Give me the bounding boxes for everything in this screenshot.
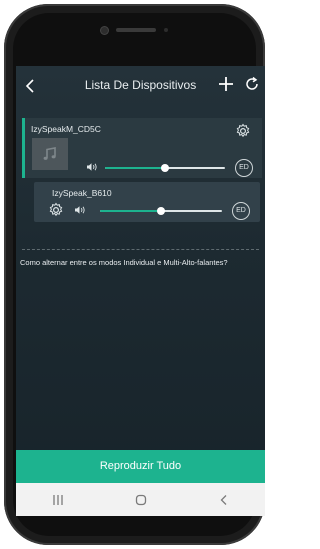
nav-back-glyph: [220, 494, 226, 505]
phone-notch: [64, 16, 204, 44]
app-screen: Lista De Dispositivos IzySpeakM_CD5C ED …: [16, 66, 265, 516]
home-icon[interactable]: [126, 490, 156, 510]
device-card-slave[interactable]: IzySpeak_B610 ED: [34, 182, 260, 222]
plus-icon: [219, 77, 233, 91]
music-note-icon: [43, 147, 56, 160]
proximity-sensor: [163, 28, 168, 32]
gear-icon[interactable]: [48, 202, 64, 218]
play-all-button[interactable]: Reproduzir Tudo: [16, 450, 265, 483]
front-camera-icon: [100, 26, 108, 34]
nav-back-icon[interactable]: [209, 490, 239, 510]
device-name: IzySpeakM_CD5C: [31, 124, 101, 134]
volume-slider-fill: [105, 167, 165, 169]
eq-badge-button[interactable]: ED: [235, 159, 253, 177]
recent-apps-glyph: [52, 494, 63, 505]
volume-slider[interactable]: [105, 164, 225, 172]
gear-icon[interactable]: [235, 123, 251, 139]
device-group: IzySpeakM_CD5C ED IzySpeak_B610 ED: [22, 118, 262, 222]
volume-icon: [75, 206, 85, 214]
device-name: IzySpeak_B610: [52, 188, 112, 198]
volume-slider[interactable]: [100, 207, 222, 215]
help-link[interactable]: Como alternar entre os modos Individual …: [20, 258, 265, 267]
header-bar: Lista De Dispositivos: [16, 66, 265, 106]
home-glyph: [135, 494, 146, 505]
volume-icon: [87, 163, 97, 171]
system-navbar: [16, 483, 265, 516]
volume-slider-knob[interactable]: [157, 207, 165, 215]
earpiece-speaker: [115, 28, 156, 32]
recent-apps-icon[interactable]: [43, 490, 73, 510]
volume-slider-knob[interactable]: [161, 164, 169, 172]
album-art-thumbnail[interactable]: [32, 138, 68, 170]
device-card-master[interactable]: IzySpeakM_CD5C ED: [22, 118, 262, 178]
add-device-button[interactable]: [218, 74, 234, 96]
eq-badge-button[interactable]: ED: [232, 202, 250, 220]
refresh-icon[interactable]: [244, 76, 260, 92]
divider: [22, 249, 259, 250]
volume-slider-fill: [100, 210, 161, 212]
